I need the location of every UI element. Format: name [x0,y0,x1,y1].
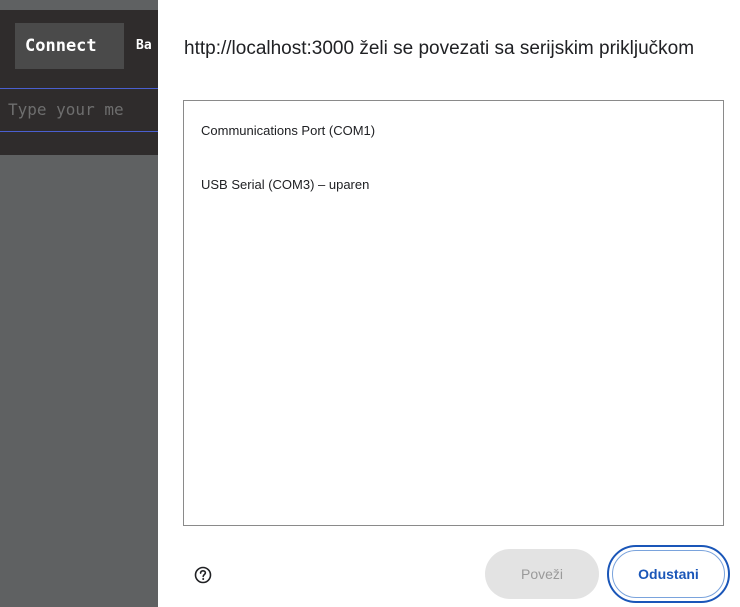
connect-port-button[interactable]: Poveži [485,549,599,599]
dialog-title: http://localhost:3000 želi se povezati s… [184,38,695,59]
port-item-com1[interactable]: Communications Port (COM1) [201,123,375,138]
secondary-toolbar-button[interactable]: Ba [136,23,158,69]
connect-button[interactable]: Connect [15,23,124,69]
message-input-placeholder: Type your me [8,100,124,119]
background-app: Connect Ba Type your me [0,0,158,607]
message-input[interactable]: Type your me [0,88,158,132]
port-list[interactable]: Communications Port (COM1) USB Serial (C… [183,100,724,526]
cancel-button[interactable]: Odustani [607,545,730,603]
help-circle-icon[interactable] [194,566,212,584]
serial-port-dialog: http://localhost:3000 želi se povezati s… [158,0,740,607]
cancel-button-label: Odustani [612,550,725,598]
port-item-com3[interactable]: USB Serial (COM3) – uparen [201,177,369,192]
